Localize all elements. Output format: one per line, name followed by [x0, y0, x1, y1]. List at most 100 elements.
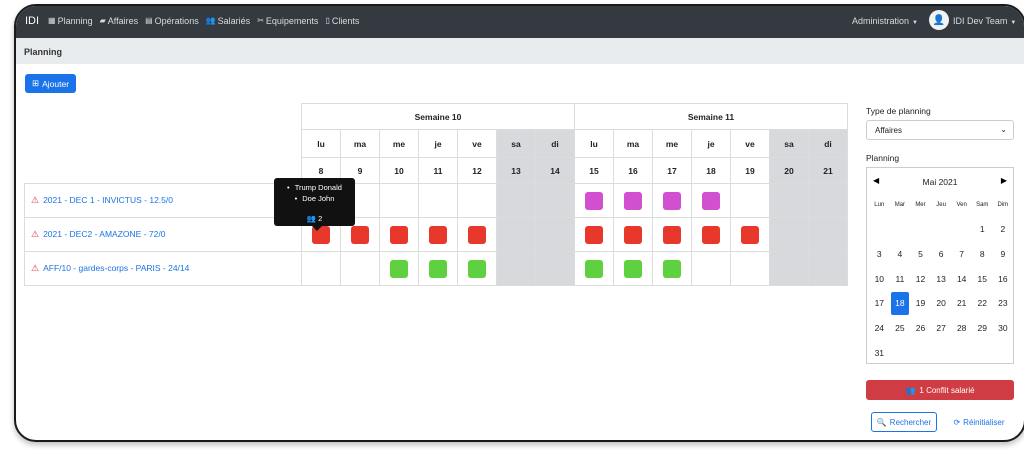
assignment-block[interactable]	[351, 225, 369, 244]
planning-cell[interactable]	[652, 183, 692, 218]
assignment-block[interactable]	[585, 191, 603, 210]
calendar-day[interactable]: 21	[951, 291, 972, 316]
project-name-link[interactable]: ⚠ AFF/10 - gardes-corps - PARIS - 24/14	[24, 251, 302, 286]
assignment-block[interactable]	[585, 259, 603, 278]
calendar-day[interactable]: 17	[869, 291, 890, 316]
nav-item-opérations[interactable]: ▤ Opérations	[145, 16, 199, 26]
planning-cell[interactable]	[574, 251, 614, 286]
assignment-block[interactable]	[585, 225, 603, 244]
calendar-day[interactable]: 5	[910, 242, 931, 267]
assignment-block[interactable]	[663, 191, 681, 210]
user-dropdown[interactable]: IDI Dev Team ▼	[953, 16, 1016, 26]
planning-cell[interactable]	[457, 217, 497, 252]
planning-cell[interactable]	[301, 251, 341, 286]
calendar-day[interactable]: 22	[972, 291, 993, 316]
calendar-day[interactable]: 6	[931, 242, 952, 267]
assignment-block[interactable]	[624, 259, 642, 278]
calendar-day[interactable]: 18	[890, 292, 910, 315]
assignment-block[interactable]	[741, 225, 759, 244]
planning-cell[interactable]	[535, 217, 575, 252]
planning-cell[interactable]	[496, 217, 536, 252]
assignment-block[interactable]	[663, 225, 681, 244]
avatar[interactable]: 👤	[929, 10, 949, 30]
assignment-block[interactable]	[624, 191, 642, 210]
nav-item-salariés[interactable]: 👥 Salariés	[206, 16, 250, 26]
planning-cell[interactable]	[808, 251, 848, 286]
calendar-day[interactable]: 19	[910, 291, 931, 316]
assignment-block[interactable]	[468, 225, 486, 244]
planning-cell[interactable]	[730, 183, 770, 218]
planning-cell[interactable]	[769, 217, 809, 252]
assignment-block[interactable]	[390, 225, 408, 244]
nav-item-planning[interactable]: ▦ Planning	[48, 16, 93, 26]
brand-logo[interactable]: IDI	[25, 15, 39, 27]
planning-cell[interactable]	[418, 251, 458, 286]
assignment-block[interactable]	[390, 259, 408, 278]
calendar-day[interactable]: 14	[951, 266, 972, 291]
planning-cell[interactable]	[457, 183, 497, 218]
calendar-day[interactable]: 15	[972, 266, 993, 291]
planning-cell[interactable]	[613, 251, 653, 286]
planning-cell[interactable]	[613, 217, 653, 252]
nav-item-equipements[interactable]: ✂ Equipements	[257, 16, 318, 26]
planning-cell[interactable]	[457, 251, 497, 286]
planning-cell[interactable]	[535, 251, 575, 286]
conflict-button[interactable]: 👥 1 Conflit salarié	[866, 380, 1014, 400]
calendar-day[interactable]: 26	[910, 316, 931, 341]
calendar-day[interactable]: 23	[993, 291, 1014, 316]
calendar-day[interactable]: 30	[993, 316, 1014, 341]
admin-dropdown[interactable]: Administration ▼	[852, 16, 918, 26]
planning-cell[interactable]	[808, 183, 848, 218]
calendar-day[interactable]: 9	[993, 242, 1014, 267]
planning-cell[interactable]	[691, 183, 731, 218]
planning-cell[interactable]	[652, 217, 692, 252]
assignment-block[interactable]	[624, 225, 642, 244]
calendar-day[interactable]: 29	[972, 316, 993, 341]
calendar-day[interactable]: 1	[972, 217, 993, 242]
assignment-block[interactable]	[663, 259, 681, 278]
project-name-link[interactable]: ⚠ 2021 - DEC2 - AMAZONE - 72/0	[24, 217, 302, 252]
planning-cell[interactable]	[574, 183, 614, 218]
planning-cell[interactable]	[535, 183, 575, 218]
nav-item-clients[interactable]: ▯ Clients	[325, 16, 359, 26]
calendar-day[interactable]: 13	[931, 266, 952, 291]
assignment-block[interactable]	[702, 225, 720, 244]
add-button[interactable]: ⊞ Ajouter	[25, 74, 76, 93]
calendar-day[interactable]: 24	[869, 316, 890, 341]
next-month-icon[interactable]: ▶	[1001, 176, 1007, 185]
planning-type-select[interactable]: Affaires ⌄	[866, 120, 1014, 140]
calendar-day[interactable]: 10	[869, 266, 890, 291]
calendar-day[interactable]: 12	[910, 266, 931, 291]
calendar-day[interactable]: 4	[890, 242, 911, 267]
assignment-block[interactable]	[429, 259, 447, 278]
calendar-day[interactable]: 2	[993, 217, 1014, 242]
planning-cell[interactable]	[496, 183, 536, 218]
assignment-block[interactable]	[468, 259, 486, 278]
calendar-day[interactable]: 25	[890, 316, 911, 341]
planning-cell[interactable]	[769, 251, 809, 286]
assignment-block[interactable]	[429, 225, 447, 244]
calendar-day[interactable]: 8	[972, 242, 993, 267]
calendar-day[interactable]: 31	[869, 340, 890, 365]
calendar-day[interactable]: 11	[890, 266, 911, 291]
planning-cell[interactable]	[730, 217, 770, 252]
planning-cell[interactable]	[340, 251, 380, 286]
planning-cell[interactable]	[652, 251, 692, 286]
planning-cell[interactable]	[418, 217, 458, 252]
reset-button[interactable]: ⟳ Réinitialiser	[946, 412, 1012, 432]
planning-cell[interactable]	[613, 183, 653, 218]
project-name-link[interactable]: ⚠ 2021 - DEC 1 - INVICTUS - 12.5/0	[24, 183, 302, 218]
assignment-block[interactable]	[702, 191, 720, 210]
calendar-day[interactable]: 7	[951, 242, 972, 267]
calendar-day[interactable]: 20	[931, 291, 952, 316]
planning-cell[interactable]	[379, 183, 419, 218]
calendar-day[interactable]: 28	[951, 316, 972, 341]
planning-cell[interactable]	[496, 251, 536, 286]
planning-cell[interactable]	[808, 217, 848, 252]
nav-item-affaires[interactable]: ▰ Affaires	[100, 16, 139, 26]
planning-cell[interactable]	[730, 251, 770, 286]
planning-cell[interactable]	[769, 183, 809, 218]
calendar-day[interactable]: 16	[993, 266, 1014, 291]
calendar-day[interactable]: 27	[931, 316, 952, 341]
calendar-day[interactable]: 3	[869, 242, 890, 267]
